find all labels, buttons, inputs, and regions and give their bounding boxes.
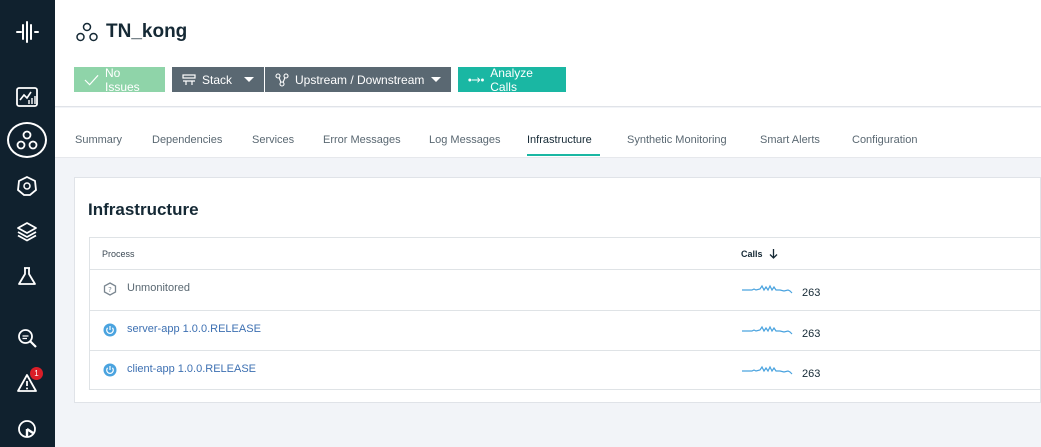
tab-summary[interactable]: Summary <box>75 134 122 146</box>
process-table: Process Calls ? Unmonitored 263 server-a… <box>89 237 1041 390</box>
alerts-count-badge: 1 <box>30 367 43 380</box>
tab-smart-alerts[interactable]: Smart Alerts <box>760 134 820 146</box>
tab-services[interactable]: Services <box>252 134 294 146</box>
stack-icon <box>182 73 196 85</box>
calls-value: 263 <box>802 368 821 380</box>
upstream-downstream-label: Upstream / Downstream <box>295 72 425 87</box>
table-row[interactable]: client-app 1.0.0.RELEASE 263 <box>90 350 1041 390</box>
sidebar: 1 <box>0 0 55 447</box>
calls-sparkline <box>742 365 793 375</box>
unknown-hexagon-icon: ? <box>103 282 117 296</box>
process-name-link[interactable]: server-app 1.0.0.RELEASE <box>127 323 261 335</box>
upstream-downstream-dropdown-button[interactable]: Upstream / Downstream <box>265 67 451 92</box>
column-header-process[interactable]: Process <box>102 249 135 259</box>
spring-power-icon <box>103 363 117 377</box>
card-title: Infrastructure <box>88 200 199 219</box>
analyze-calls-button[interactable]: Analyze Calls <box>458 65 566 94</box>
calls-header-label: Calls <box>741 249 763 259</box>
flask-icon[interactable] <box>13 262 41 290</box>
analyze-calls-icon <box>468 76 484 83</box>
tab-configuration[interactable]: Configuration <box>852 134 917 146</box>
tab-infrastructure[interactable]: Infrastructure <box>527 134 592 146</box>
topology-icon <box>275 72 289 87</box>
sort-descending-icon <box>769 249 777 259</box>
page-header: TN_kong No Issues Stack Upstream / Downs… <box>55 0 1041 107</box>
calls-value: 263 <box>802 287 821 299</box>
tab-synthetic-monitoring[interactable]: Synthetic Monitoring <box>627 134 727 146</box>
stack-label: Stack <box>202 72 233 87</box>
calls-sparkline <box>742 284 793 294</box>
applications-icon[interactable] <box>13 126 41 154</box>
tab-bar: Summary Dependencies Services Error Mess… <box>55 108 1041 158</box>
column-header-calls[interactable]: Calls <box>741 249 778 259</box>
spring-power-icon <box>103 323 117 337</box>
application-icon <box>75 21 99 48</box>
tab-error-messages[interactable]: Error Messages <box>323 134 401 146</box>
svg-text:?: ? <box>108 286 112 294</box>
search-analytics-icon[interactable] <box>13 324 41 352</box>
no-issues-label: No Issues <box>105 65 140 94</box>
analyze-calls-label: Analyze Calls <box>490 65 533 94</box>
stack-layers-icon[interactable] <box>13 217 41 245</box>
logo-icon[interactable] <box>13 18 41 46</box>
kubernetes-icon[interactable] <box>13 172 41 200</box>
process-name: Unmonitored <box>127 282 190 294</box>
stack-dropdown-button[interactable]: Stack <box>172 67 264 92</box>
table-row[interactable]: server-app 1.0.0.RELEASE 263 <box>90 310 1041 350</box>
tab-dependencies[interactable]: Dependencies <box>152 134 222 146</box>
settings-icon[interactable] <box>13 415 41 443</box>
infrastructure-card: Infrastructure Process Calls ? Unmonitor… <box>74 177 1041 403</box>
tab-log-messages[interactable]: Log Messages <box>429 134 501 146</box>
table-row[interactable]: ? Unmonitored 263 <box>90 269 1041 309</box>
process-name-link[interactable]: client-app 1.0.0.RELEASE <box>127 363 256 375</box>
chevron-down-icon <box>431 77 441 82</box>
chevron-down-icon <box>244 77 254 82</box>
page-title: TN_kong <box>106 21 188 42</box>
no-issues-button[interactable]: No Issues <box>74 65 165 94</box>
dashboard-icon[interactable] <box>13 83 41 111</box>
calls-value: 263 <box>802 328 821 340</box>
checkmark-icon <box>84 74 99 86</box>
active-tab-indicator <box>527 154 600 156</box>
calls-sparkline <box>742 325 793 335</box>
